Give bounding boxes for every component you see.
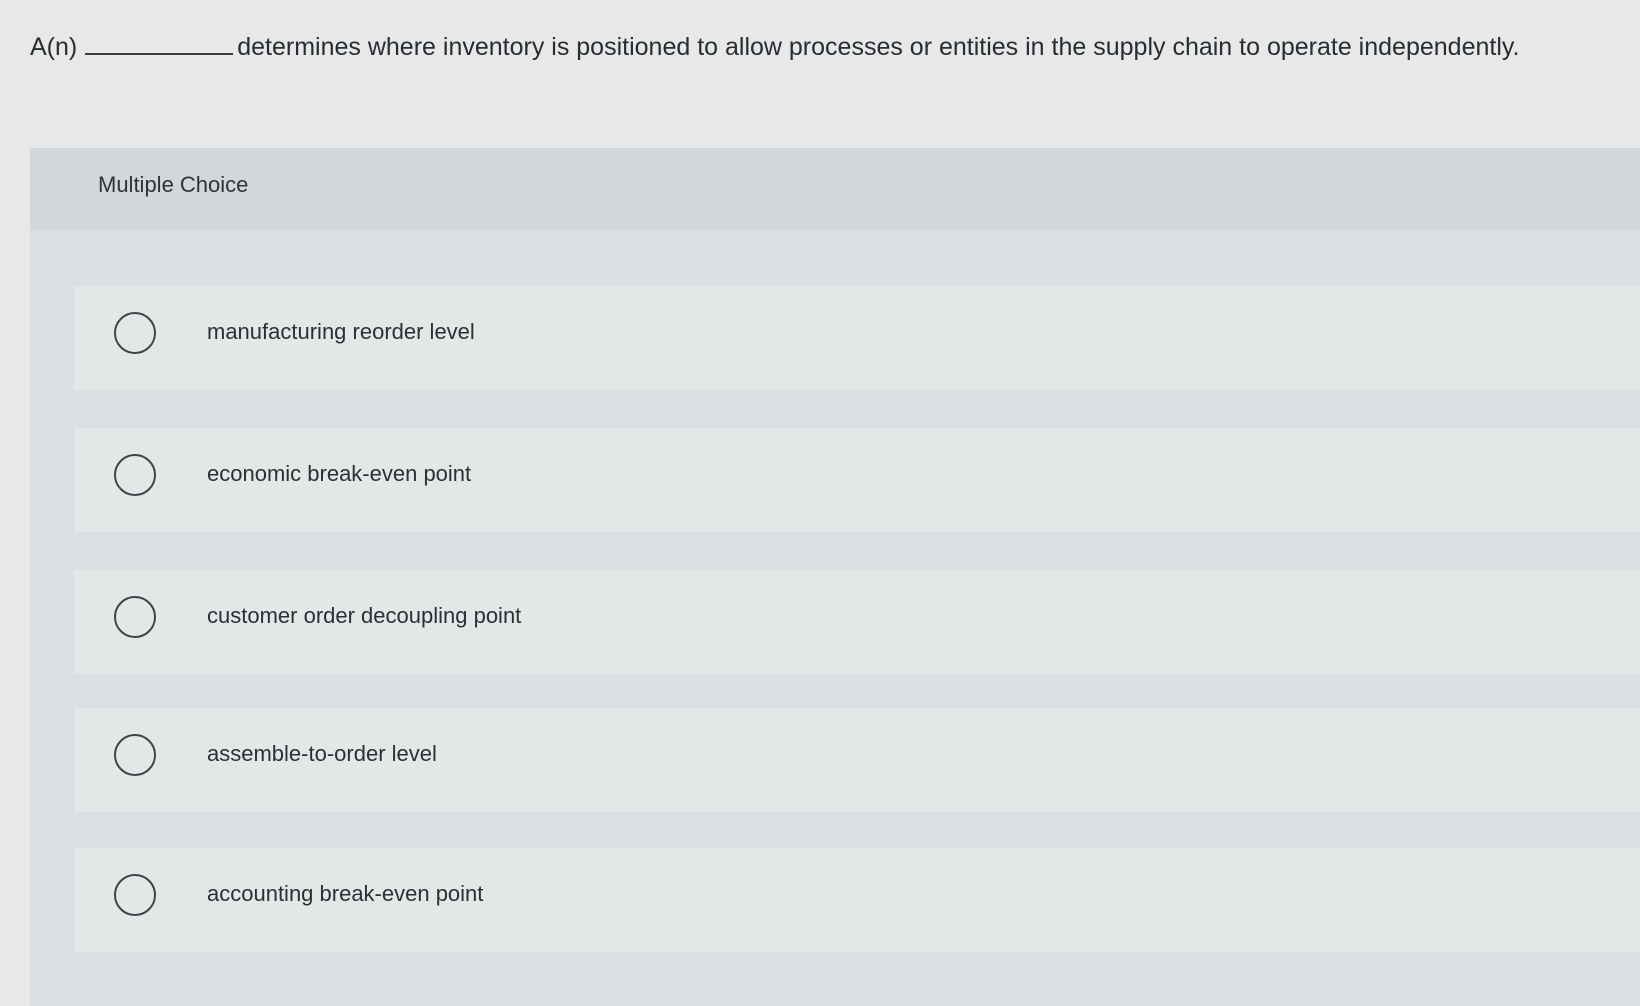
radio-button[interactable] xyxy=(114,454,156,496)
choice-option-1[interactable]: manufacturing reorder level xyxy=(74,286,1640,390)
choice-label: customer order decoupling point xyxy=(207,603,522,628)
question-text: A(n) determines where inventory is positi… xyxy=(30,30,1620,64)
choice-label: economic break-even point xyxy=(207,461,472,486)
choice-label: assemble-to-order level xyxy=(207,741,437,766)
choice-option-2[interactable]: economic break-even point xyxy=(74,428,1640,532)
panel-header: Multiple Choice xyxy=(30,148,1640,230)
choice-label: accounting break-even point xyxy=(207,881,484,906)
multiple-choice-panel: Multiple Choice manufacturing reorder le… xyxy=(30,148,1640,1006)
question-suffix: determines where inventory is positioned… xyxy=(237,33,1520,61)
radio-button[interactable] xyxy=(114,596,156,638)
choice-label: manufacturing reorder level xyxy=(207,319,475,344)
answer-blank xyxy=(85,31,234,55)
choice-option-4[interactable]: assemble-to-order level xyxy=(74,708,1640,812)
radio-button[interactable] xyxy=(114,874,156,916)
radio-button[interactable] xyxy=(114,734,156,776)
panel-title: Multiple Choice xyxy=(98,172,249,197)
choice-option-3[interactable]: customer order decoupling point xyxy=(74,570,1640,674)
choice-option-5[interactable]: accounting break-even point xyxy=(74,848,1640,952)
question-prefix: A(n) xyxy=(30,33,78,61)
radio-button[interactable] xyxy=(114,312,156,354)
